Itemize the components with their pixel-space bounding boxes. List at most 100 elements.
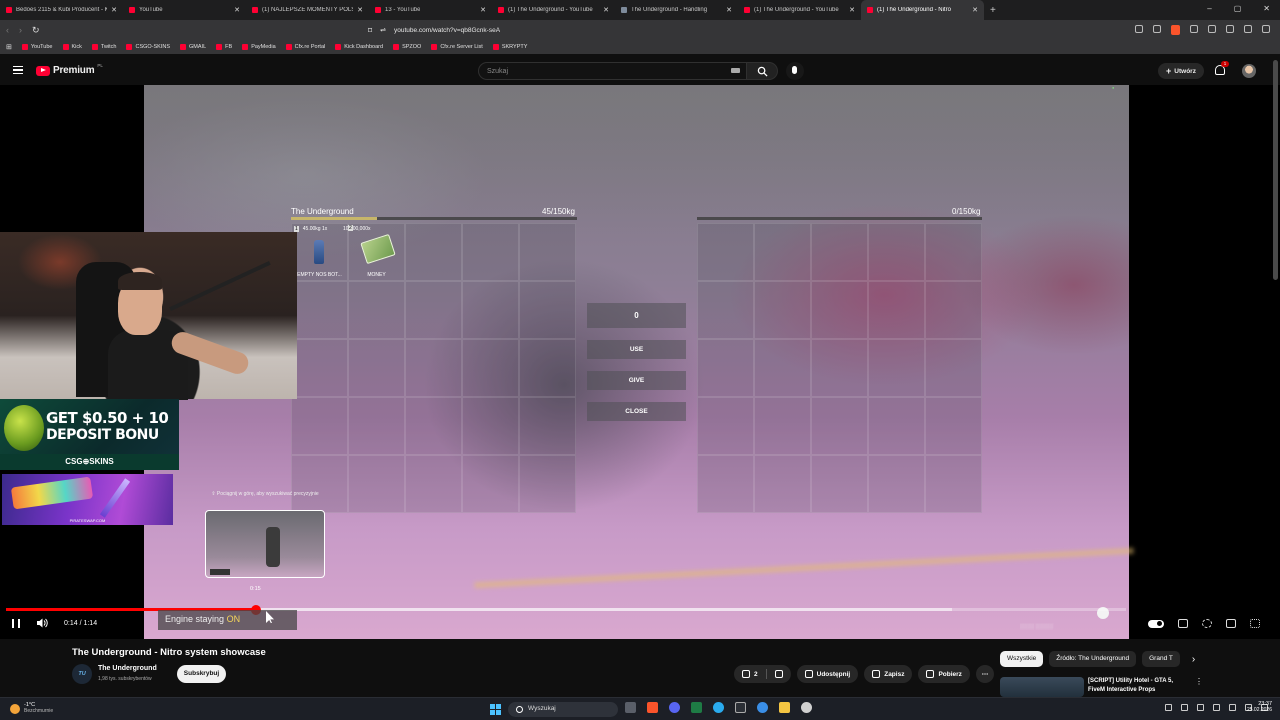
inventory-slot[interactable] [868, 281, 925, 339]
browser-icon[interactable] [757, 702, 768, 713]
bookmark-item[interactable]: Twitch [91, 44, 116, 50]
inventory-slot[interactable] [519, 339, 576, 397]
bookmark-icon[interactable]: ⌑ [368, 26, 372, 35]
steam-icon[interactable] [735, 702, 746, 713]
share-button[interactable]: Udostępnij [796, 665, 859, 683]
inventory-slot[interactable] [697, 339, 754, 397]
bookmark-item[interactable]: Cfx.re Server List [431, 44, 483, 50]
tray-icon-3[interactable] [1213, 704, 1220, 711]
inventory-slot[interactable] [291, 397, 348, 455]
inventory-slot[interactable]: 1 45.00kg 1x EMPTY NOS BOT... [291, 223, 348, 281]
close-button[interactable]: CLOSE [587, 402, 686, 421]
wifi-icon[interactable] [1229, 704, 1236, 711]
file-explorer-icon[interactable] [779, 702, 790, 713]
bookmark-item[interactable]: GMAIL [180, 44, 206, 50]
search-button[interactable] [746, 62, 778, 80]
inventory-slot[interactable] [405, 223, 462, 281]
inventory-slot[interactable] [754, 397, 811, 455]
create-button[interactable]: + Utwórz [1158, 63, 1204, 79]
browser-tab[interactable]: 13 - YouTube ✕ [369, 0, 492, 20]
inventory-slot[interactable] [811, 455, 868, 513]
inventory-slot[interactable] [754, 455, 811, 513]
inventory-slot[interactable] [697, 281, 754, 339]
inventory-slot[interactable] [811, 339, 868, 397]
page-scrollbar[interactable] [1273, 60, 1278, 280]
tray-icon-1[interactable] [1181, 704, 1188, 711]
inventory-slot[interactable] [868, 397, 925, 455]
inventory-slot[interactable] [811, 281, 868, 339]
filter-chip[interactable]: Wszystkie [1000, 651, 1044, 667]
browser-tab[interactable]: (1) The Underground - YouTube ✕ [738, 0, 861, 20]
minimize-icon[interactable]: – [1207, 4, 1211, 13]
telegram-icon[interactable] [713, 702, 724, 713]
screen-icon[interactable] [1135, 25, 1143, 33]
thumbs-down-icon[interactable] [774, 670, 783, 678]
inventory-slot[interactable] [811, 397, 868, 455]
inventory-slot[interactable] [925, 281, 982, 339]
inventory-slot[interactable] [811, 223, 868, 281]
new-tab-button[interactable]: + [990, 5, 996, 16]
share-icon[interactable] [1153, 25, 1161, 33]
subtitles-icon[interactable] [1178, 619, 1188, 628]
inventory-slot[interactable] [925, 397, 982, 455]
inventory-slot[interactable] [697, 455, 754, 513]
tab-close-icon[interactable]: ✕ [480, 6, 486, 14]
inventory-slot[interactable] [462, 339, 519, 397]
browser-tab[interactable]: Bedoes 2115 & Kubi Producent - Ko ✕ [0, 0, 123, 20]
autoplay-toggle[interactable] [1148, 619, 1164, 628]
inventory-slot[interactable] [519, 397, 576, 455]
inventory-slot[interactable] [405, 339, 462, 397]
inventory-slot[interactable] [462, 397, 519, 455]
inventory-slot[interactable] [291, 281, 348, 339]
url-text[interactable]: youtube.com/watch?v=qb8Gcnk-seA [394, 27, 500, 34]
taskbar-clock[interactable]: 23:37 25.02.2026 [1240, 701, 1272, 713]
bookmark-item[interactable]: Kick Dashboard [335, 44, 383, 50]
extensions-icon[interactable] [1244, 25, 1252, 33]
reload-icon[interactable]: ↻ [32, 25, 40, 36]
browser-tab[interactable]: YouTube ✕ [123, 0, 246, 20]
filter-chip[interactable]: Źródło: The Underground [1049, 651, 1137, 667]
tab-close-icon[interactable]: ✕ [603, 6, 609, 14]
filter-chip[interactable]: Grand T [1142, 651, 1180, 667]
tab-close-icon[interactable]: ✕ [111, 6, 117, 14]
bookmark-item[interactable]: CSGO-SKINS [126, 44, 170, 50]
brave-shield-icon[interactable] [1171, 25, 1180, 35]
youtube-logo[interactable]: Premium PL [36, 63, 103, 76]
inventory-slot[interactable] [754, 339, 811, 397]
inventory-slot[interactable] [291, 455, 348, 513]
channel-avatar[interactable]: TU [72, 664, 92, 684]
excel-icon[interactable] [691, 702, 702, 713]
close-window-icon[interactable]: ✕ [1263, 4, 1270, 13]
tray-icon-2[interactable] [1197, 704, 1204, 711]
inventory-slot[interactable] [405, 281, 462, 339]
back-icon[interactable]: ‹ [6, 25, 9, 35]
bookmark-item[interactable]: YouTube [21, 44, 53, 50]
tab-close-icon[interactable]: ✕ [849, 6, 855, 14]
bookmark-item[interactable]: Cfx.re Portal [285, 44, 325, 50]
inventory-slot[interactable] [925, 223, 982, 281]
inventory-slot[interactable] [348, 281, 405, 339]
app-icon[interactable] [801, 702, 812, 713]
inventory-slot[interactable] [868, 223, 925, 281]
inventory-slot[interactable] [348, 339, 405, 397]
account-avatar[interactable] [1242, 64, 1256, 78]
taskbar-search[interactable]: Wyszukaj [508, 702, 618, 717]
inventory-slot[interactable] [348, 397, 405, 455]
tab-close-icon[interactable]: ✕ [972, 6, 978, 14]
brave-browser-icon[interactable] [647, 702, 658, 713]
recommended-thumbnail[interactable] [1000, 677, 1084, 697]
inventory-slot[interactable]: 10,000,000x MONEY [343, 223, 405, 281]
inventory-slot[interactable] [868, 339, 925, 397]
inventory-slot[interactable] [925, 339, 982, 397]
windows-start-icon[interactable] [490, 704, 501, 715]
give-button[interactable]: GIVE [587, 371, 686, 390]
channel-name[interactable]: The Underground [98, 665, 157, 672]
inventory-slot[interactable] [519, 455, 576, 513]
address-bar[interactable]: ⌑ ⇌ youtube.com/watch?v=qb8Gcnk-seA [368, 23, 908, 37]
menu-icon[interactable] [1262, 25, 1270, 33]
menu-hamburger-icon[interactable] [13, 66, 23, 74]
inventory-slot[interactable] [462, 281, 519, 339]
inventory-slot[interactable] [754, 281, 811, 339]
theater-mode-icon[interactable] [1226, 619, 1236, 628]
inventory-slot[interactable] [754, 223, 811, 281]
